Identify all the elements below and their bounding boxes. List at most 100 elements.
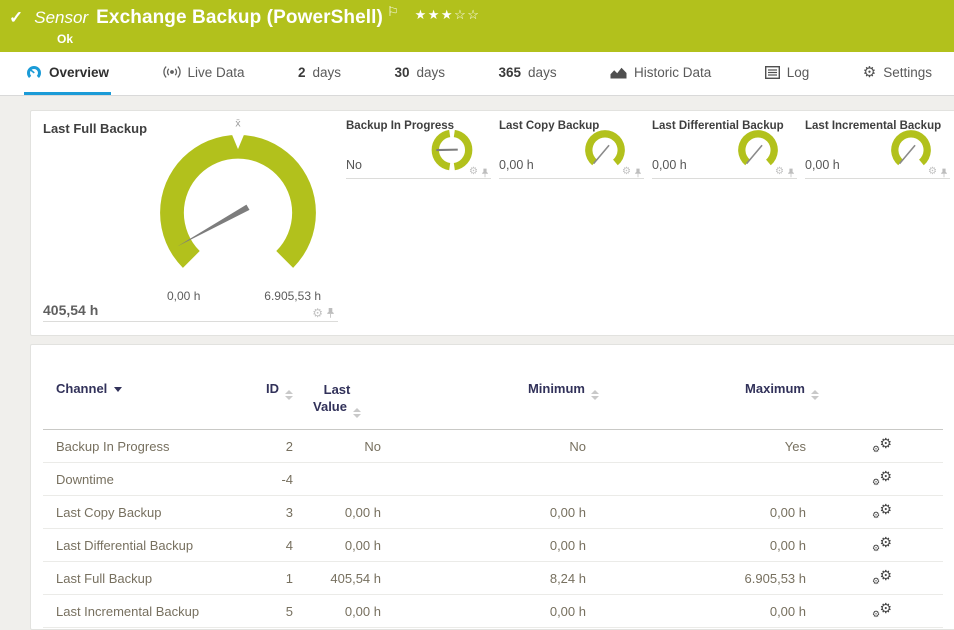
gauge-needle bbox=[747, 145, 762, 163]
gear-icon[interactable]: ⚙ bbox=[928, 166, 937, 178]
tab-historic-data[interactable]: Historic Data bbox=[608, 52, 713, 95]
status-ok-check-icon: ✓ bbox=[9, 7, 23, 29]
channel-minimum: 0,00 h bbox=[381, 595, 601, 628]
sensor-title: Exchange Backup (PowerShell) bbox=[96, 7, 383, 29]
sort-desc-icon bbox=[114, 387, 122, 392]
pin-icon[interactable] bbox=[787, 168, 795, 178]
gear-icon[interactable]: ⚙ bbox=[622, 166, 631, 178]
gauge-tools: ⚙ bbox=[622, 166, 642, 178]
gauge-last-differential-backup: Last Differential Backup 0,00 h ⚙ bbox=[652, 111, 805, 191]
sort-icon bbox=[591, 390, 599, 400]
gauge-tools: ⚙ bbox=[928, 166, 948, 178]
gauge-needle bbox=[177, 205, 249, 247]
channel-name[interactable]: Last Copy Backup bbox=[43, 496, 243, 529]
table-row: Last Differential Backup 4 0,00 h 0,00 h… bbox=[43, 529, 943, 562]
channel-id: 2 bbox=[243, 430, 293, 463]
gauge-current-value: No bbox=[346, 158, 362, 172]
channel-minimum: No bbox=[381, 430, 601, 463]
channel-minimum bbox=[381, 463, 601, 496]
sensor-status-text: Ok bbox=[57, 32, 944, 46]
channel-id: 5 bbox=[243, 595, 293, 628]
gear-icon[interactable]: ⚙ bbox=[469, 166, 478, 178]
gauge-current-value: 0,00 h bbox=[652, 158, 687, 172]
column-header-channel[interactable]: Channel bbox=[43, 381, 243, 430]
channel-last-value: 0,00 h bbox=[293, 496, 381, 529]
table-row: Downtime -4 ⚙⚙ bbox=[43, 463, 943, 496]
pin-icon[interactable] bbox=[481, 168, 489, 178]
gear-icon[interactable]: ⚙ bbox=[312, 307, 323, 319]
column-header-minimum[interactable]: Minimum bbox=[381, 381, 601, 430]
gauge-needle bbox=[594, 145, 609, 163]
sort-icon bbox=[353, 408, 361, 418]
gear-icon[interactable]: ⚙ bbox=[775, 166, 784, 178]
channel-maximum: 0,00 h bbox=[601, 529, 821, 562]
gauge-needle bbox=[900, 145, 915, 163]
gauge-scale-max: 6.905,53 h bbox=[264, 289, 321, 303]
channel-name[interactable]: Downtime bbox=[43, 463, 243, 496]
gauge-last-copy-backup: Last Copy Backup 0,00 h ⚙ bbox=[499, 111, 652, 191]
column-header-id[interactable]: ID bbox=[243, 381, 293, 430]
gauge-tools: ⚙ bbox=[775, 166, 795, 178]
channel-maximum: 0,00 h bbox=[601, 496, 821, 529]
channel-maximum bbox=[601, 463, 821, 496]
channel-last-value: No bbox=[293, 430, 381, 463]
gauge-tools: ⚙ bbox=[312, 307, 335, 319]
tab-live-data[interactable]: Live Data bbox=[161, 52, 247, 95]
table-row: Last Copy Backup 3 0,00 h 0,00 h 0,00 h … bbox=[43, 496, 943, 529]
table-row: Last Incremental Backup 5 0,00 h 0,00 h … bbox=[43, 595, 943, 628]
priority-stars[interactable]: ★★★☆☆ bbox=[415, 7, 481, 23]
log-icon bbox=[765, 66, 780, 79]
tab-overview[interactable]: Overview bbox=[24, 52, 111, 95]
channel-settings-icon[interactable]: ⚙⚙ bbox=[872, 502, 892, 520]
channel-maximum: Yes bbox=[601, 430, 821, 463]
divider bbox=[346, 178, 491, 179]
channel-minimum: 8,24 h bbox=[381, 562, 601, 595]
channel-settings-icon[interactable]: ⚙⚙ bbox=[872, 469, 892, 487]
channel-last-value: 405,54 h bbox=[293, 562, 381, 595]
channel-settings-icon[interactable]: ⚙⚙ bbox=[872, 436, 892, 454]
column-header-last-value[interactable]: Last Value bbox=[293, 381, 381, 430]
divider bbox=[43, 321, 338, 322]
object-kind-label: Sensor bbox=[34, 7, 88, 29]
channel-name[interactable]: Last Differential Backup bbox=[43, 529, 243, 562]
channel-minimum: 0,00 h bbox=[381, 496, 601, 529]
pin-icon[interactable] bbox=[634, 168, 642, 178]
channel-id: 1 bbox=[243, 562, 293, 595]
channel-id: 3 bbox=[243, 496, 293, 529]
channel-last-value bbox=[293, 463, 381, 496]
tab-365-days[interactable]: 365 days bbox=[497, 52, 559, 95]
overview-content: Last Full Backup x̄ 0,00 h 6.905,53 h 40… bbox=[0, 96, 954, 630]
channel-minimum: 0,00 h bbox=[381, 529, 601, 562]
tab-2-days[interactable]: 2 days bbox=[296, 52, 343, 95]
channel-table: Channel ID Last Value Minimum Maximum bbox=[43, 381, 943, 628]
area-chart-icon bbox=[610, 66, 627, 79]
gauges-panel: Last Full Backup x̄ 0,00 h 6.905,53 h 40… bbox=[30, 110, 954, 336]
sensor-header: ✓ Sensor Exchange Backup (PowerShell) ⚐ … bbox=[0, 0, 954, 52]
primary-gauge-last-full-backup: Last Full Backup x̄ 0,00 h 6.905,53 h 40… bbox=[31, 111, 341, 335]
column-header-maximum[interactable]: Maximum bbox=[601, 381, 821, 430]
channel-table-panel: Channel ID Last Value Minimum Maximum bbox=[30, 344, 954, 630]
channel-name[interactable]: Last Incremental Backup bbox=[43, 595, 243, 628]
tab-30-days[interactable]: 30 days bbox=[393, 52, 448, 95]
channel-name[interactable]: Backup In Progress bbox=[43, 430, 243, 463]
gauge-scale-min: 0,00 h bbox=[167, 289, 200, 303]
tab-log[interactable]: Log bbox=[763, 52, 812, 95]
tab-settings[interactable]: ⚙ Settings bbox=[861, 52, 934, 95]
channel-settings-icon[interactable]: ⚙⚙ bbox=[872, 535, 892, 553]
gauge-tools: ⚙ bbox=[469, 166, 489, 178]
channel-name[interactable]: Last Full Backup bbox=[43, 562, 243, 595]
channel-settings-icon[interactable]: ⚙⚙ bbox=[872, 568, 892, 586]
average-marker: x̄ bbox=[235, 118, 241, 129]
gauge-title: Last Full Backup bbox=[43, 121, 147, 136]
channel-maximum: 6.905,53 h bbox=[601, 562, 821, 595]
pin-icon[interactable] bbox=[326, 307, 335, 319]
channel-maximum: 0,00 h bbox=[601, 595, 821, 628]
channel-settings-icon[interactable]: ⚙⚙ bbox=[872, 601, 892, 619]
gear-icon: ⚙ bbox=[863, 65, 876, 80]
gauge-last-incremental-backup: Last Incremental Backup 0,00 h ⚙ bbox=[805, 111, 954, 191]
table-row: Last Full Backup 1 405,54 h 8,24 h 6.905… bbox=[43, 562, 943, 595]
pin-icon[interactable] bbox=[940, 168, 948, 178]
gauge-dial: x̄ bbox=[143, 113, 333, 303]
gauge-current-value: 405,54 h bbox=[43, 302, 98, 318]
priority-flag-icon[interactable]: ⚐ bbox=[387, 5, 399, 19]
